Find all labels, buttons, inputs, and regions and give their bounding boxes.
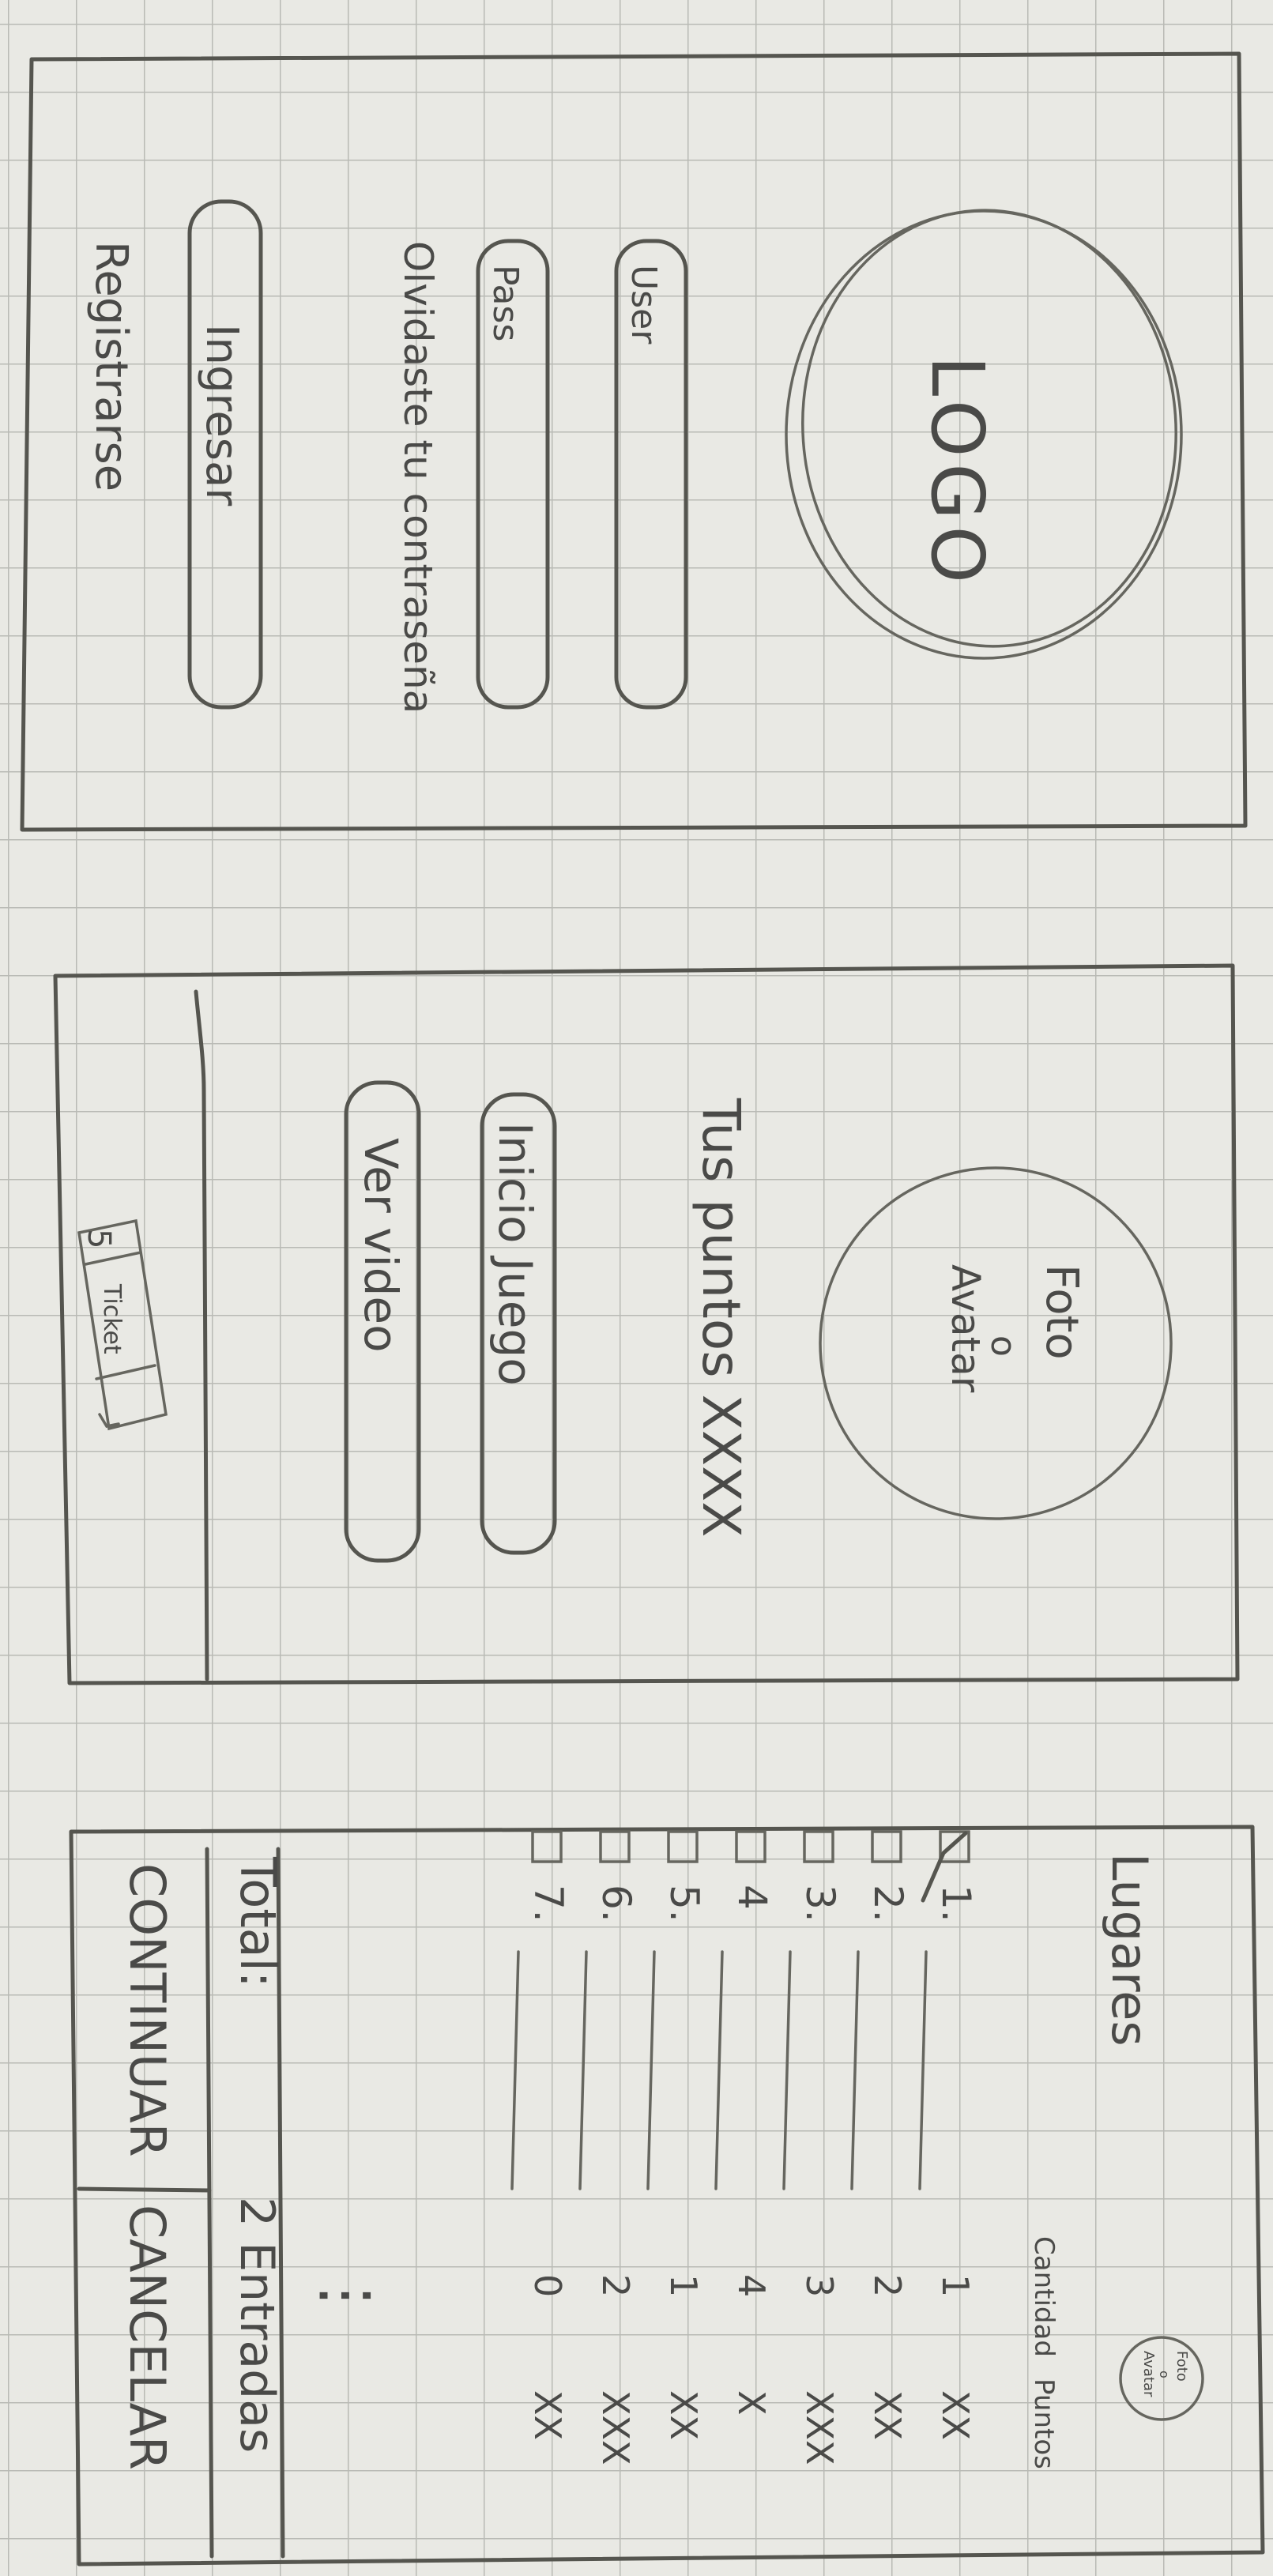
- place-row[interactable]: 6. 2 XXX: [578, 1830, 639, 2465]
- place-label: 3.: [797, 1885, 843, 1923]
- place-name-line: [782, 1950, 792, 2190]
- login-screen: LOGO User Pass Olvidaste tu contraseña I…: [20, 51, 1248, 832]
- cancel-button-label: CANCELAR: [119, 2205, 176, 2470]
- place-label: 5.: [661, 1885, 707, 1923]
- forgot-password-link[interactable]: Olvidaste tu contraseña: [395, 241, 441, 714]
- home-screen: Foto o Avatar Tus puntos XXXX Inicio Jue…: [53, 963, 1240, 1685]
- place-label: 1.: [933, 1885, 979, 1923]
- place-qty: 1: [934, 2274, 977, 2297]
- place-qty: 2: [866, 2274, 909, 2297]
- start-game-button-label: Inicio Juego: [488, 1122, 542, 1386]
- place-checkbox[interactable]: [803, 1830, 834, 1863]
- place-qty: 2: [594, 2274, 637, 2297]
- points-label: Tus puntos XXXX: [691, 1098, 751, 1538]
- password-field[interactable]: Pass: [476, 239, 550, 710]
- place-checkbox[interactable]: [667, 1830, 699, 1863]
- place-label: 6.: [593, 1885, 639, 1923]
- watch-video-button-label: Ver video: [354, 1138, 408, 1353]
- ticket-icon: 5 Ticket: [77, 1218, 168, 1431]
- place-qty: 0: [526, 2274, 569, 2297]
- buttons-divider-vertical: [77, 2186, 212, 2193]
- column-headers: Cantidad Puntos: [1028, 2236, 1060, 2469]
- places-title: Lugares: [1101, 1853, 1158, 2047]
- ticket-label: Ticket: [98, 1283, 126, 1354]
- place-row[interactable]: 4 4 X: [714, 1830, 775, 2416]
- more-places-ellipsis: ⋮: [311, 2264, 384, 2327]
- place-name-line: [646, 1950, 656, 2190]
- place-row[interactable]: 2. 2 XX: [850, 1830, 911, 2440]
- place-label: 2.: [865, 1885, 911, 1923]
- cancel-button[interactable]: CANCELAR: [81, 2194, 207, 2554]
- places-avatar: Foto o Avatar: [1119, 2336, 1204, 2421]
- places-avatar-line1: Foto: [1173, 2351, 1190, 2382]
- column-points-label: Puntos: [1028, 2378, 1060, 2469]
- watch-video-button[interactable]: Ver video: [344, 1080, 421, 1563]
- continue-button[interactable]: CONTINUAR: [81, 1851, 207, 2187]
- password-placeholder: Pass: [485, 265, 525, 341]
- places-list: 1. 1 XX 2. 2 XX 3. 3 XXX 4 4 X 5. 1 XX 6. 2 XXX 7. 0 XX: [510, 1830, 979, 2465]
- place-checkbox[interactable]: [871, 1830, 902, 1863]
- avatar-line3: Avatar: [943, 1264, 989, 1393]
- place-points: XX: [934, 2390, 977, 2440]
- logo-text: LOGO: [915, 356, 1000, 589]
- place-points: XXX: [798, 2390, 841, 2465]
- place-name-line: [510, 1950, 520, 2190]
- place-row[interactable]: 3. 3 XXX: [782, 1830, 843, 2465]
- register-link[interactable]: Registrarse: [85, 241, 137, 491]
- ticket-count: 5: [81, 1229, 117, 1248]
- place-points: XX: [866, 2390, 909, 2440]
- places-avatar-line3: Avatar: [1140, 2351, 1157, 2397]
- place-points: XX: [526, 2390, 569, 2440]
- continue-button-label: CONTINUAR: [119, 1863, 176, 2157]
- places-avatar-line2: o: [1157, 2371, 1172, 2378]
- place-points: XX: [662, 2390, 705, 2440]
- place-row[interactable]: 7. 0 XX: [510, 1830, 571, 2440]
- wireframe-sketch: LOGO User Pass Olvidaste tu contraseña I…: [20, 51, 1265, 2567]
- place-qty: 4: [730, 2274, 773, 2297]
- user-field[interactable]: User: [614, 239, 688, 710]
- login-button[interactable]: Ingresar: [187, 199, 263, 710]
- place-name-line: [714, 1950, 724, 2190]
- place-label: 7.: [525, 1885, 571, 1923]
- place-label: 4: [729, 1885, 775, 1910]
- total-label: Total:: [229, 1856, 287, 1988]
- bottom-bar-divider: [194, 989, 209, 1682]
- buttons-divider-horizontal: [205, 1847, 214, 2559]
- login-button-label: Ingresar: [196, 324, 247, 507]
- place-name-line: [850, 1950, 860, 2190]
- place-points: X: [730, 2390, 773, 2416]
- user-placeholder: User: [623, 265, 664, 345]
- place-checkbox[interactable]: [735, 1830, 766, 1863]
- place-name-line: [578, 1950, 588, 2190]
- avatar-circle: Foto o Avatar: [819, 1166, 1173, 1520]
- place-checkbox[interactable]: [599, 1830, 631, 1863]
- avatar-line1: Foto: [1036, 1264, 1087, 1360]
- column-qty-label: Cantidad: [1028, 2236, 1060, 2357]
- place-row[interactable]: 1. 1 XX: [918, 1830, 979, 2440]
- place-points: XXX: [594, 2390, 637, 2465]
- place-name-line: [918, 1950, 928, 2190]
- place-qty: 3: [798, 2274, 841, 2297]
- place-row[interactable]: 5. 1 XX: [646, 1830, 707, 2440]
- start-game-button[interactable]: Inicio Juego: [480, 1092, 557, 1555]
- place-checkbox[interactable]: [531, 1830, 563, 1863]
- places-screen: Lugares Foto o Avatar Cantidad Puntos 1.…: [69, 1825, 1265, 2567]
- total-value: 2 Entradas: [229, 2197, 284, 2453]
- place-qty: 1: [662, 2274, 705, 2297]
- logo-circle: LOGO: [785, 209, 1183, 660]
- total-row: Total: 2 Entradas: [229, 1856, 287, 2453]
